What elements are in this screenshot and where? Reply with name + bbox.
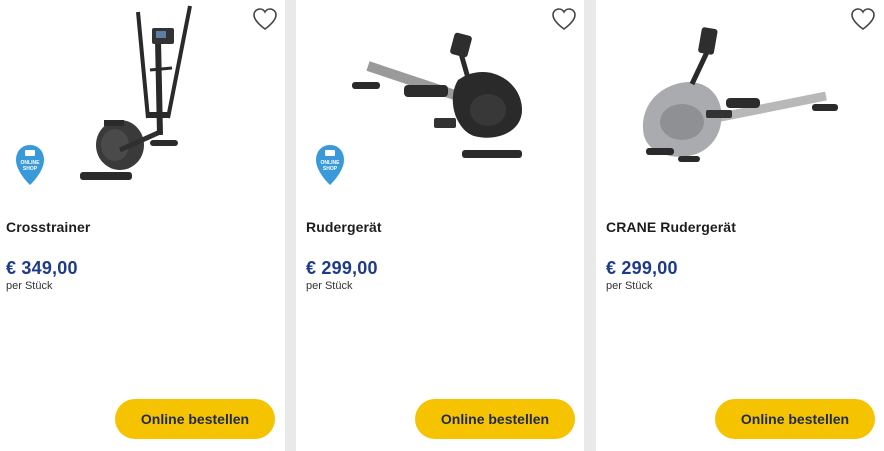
product-unit: per Stück bbox=[306, 280, 353, 292]
online-shop-badge: ONLINE SHOP bbox=[316, 145, 344, 185]
product-unit: per Stück bbox=[606, 280, 653, 292]
product-title[interactable]: CRANE Rudergerät bbox=[606, 219, 736, 235]
heart-outline-icon[interactable] bbox=[850, 7, 876, 31]
product-title[interactable]: Rudergerät bbox=[306, 219, 382, 235]
online-shop-badge: ONLINE SHOP bbox=[16, 145, 44, 185]
product-card[interactable]: ONLINE SHOP Rudergerät € 299,00 per Stüc… bbox=[296, 0, 584, 451]
online-order-button[interactable]: Online bestellen bbox=[415, 399, 575, 439]
product-card[interactable]: ONLINE SHOP Crosstrainer € 349,00 per St… bbox=[0, 0, 285, 451]
product-price: € 299,00 bbox=[606, 258, 678, 278]
product-price: € 299,00 bbox=[306, 258, 378, 278]
product-unit: per Stück bbox=[6, 280, 53, 292]
crane-rowing-machine-image[interactable] bbox=[596, 0, 884, 205]
heart-outline-icon[interactable] bbox=[551, 7, 577, 31]
product-title[interactable]: Crosstrainer bbox=[6, 219, 90, 235]
badge-text-line-2: SHOP bbox=[323, 166, 338, 172]
online-order-button[interactable]: Online bestellen bbox=[715, 399, 875, 439]
product-price: € 349,00 bbox=[6, 258, 78, 278]
online-order-button[interactable]: Online bestellen bbox=[115, 399, 275, 439]
product-grid: ONLINE SHOP Crosstrainer € 349,00 per St… bbox=[0, 0, 884, 451]
badge-text-line-2: SHOP bbox=[23, 166, 38, 172]
product-card[interactable]: CRANE Rudergerät € 299,00 per Stück Onli… bbox=[596, 0, 884, 451]
heart-outline-icon[interactable] bbox=[252, 7, 278, 31]
